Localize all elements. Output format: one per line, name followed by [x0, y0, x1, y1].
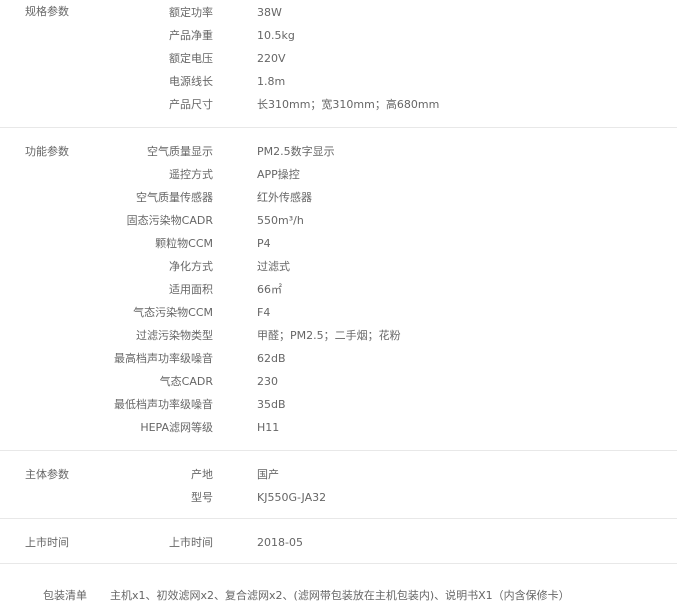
param-row: 最高档声功率级噪音 62dB [0, 347, 677, 370]
param-value: 1.8m [257, 75, 286, 88]
param-value: 甲醛；PM2.5；二手烟；花粉 [257, 329, 401, 342]
param-label: HEPA滤网等级 [140, 421, 213, 434]
param-label: 适用面积 [169, 283, 213, 296]
param-label: 颗粒物CCM [155, 237, 213, 250]
param-row: 产品净重 10.5kg [0, 24, 677, 47]
param-row: 空气质量传感器 红外传感器 [0, 186, 677, 209]
param-row: 额定电压 220V [0, 47, 677, 70]
param-row: 颗粒物CCM P4 [0, 232, 677, 255]
param-label: 额定功率 [169, 6, 213, 19]
param-label: 过滤污染物类型 [136, 329, 213, 342]
param-row: 气态污染物CCM F4 [0, 301, 677, 324]
package-label: 包装清单 [43, 589, 87, 602]
param-label: 上市时间 [169, 536, 213, 549]
function-section: 功能参数 空气质量显示 PM2.5数字显示 遥控方式 APP操控 空气质量传感器 红外… [0, 128, 677, 451]
param-label: 产品尺寸 [169, 98, 213, 111]
param-value: KJ550G-JA32 [257, 491, 327, 504]
package-list: 包装清单 主机x1、初效滤网x2、复合滤网x2、(滤网带包装放在主机包装内)、说… [0, 584, 677, 607]
param-value: 220V [257, 52, 286, 65]
param-value: 红外传感器 [257, 191, 312, 204]
param-value: H11 [257, 421, 280, 434]
param-label: 额定电压 [169, 52, 213, 65]
param-row: 过滤污染物类型 甲醛；PM2.5；二手烟；花粉 [0, 324, 677, 347]
param-label: 型号 [191, 491, 213, 504]
param-value: 62dB [257, 352, 286, 365]
param-label: 净化方式 [169, 260, 213, 273]
param-label: 产品净重 [169, 29, 213, 42]
param-label: 电源线长 [169, 75, 213, 88]
param-label: 最低档声功率级噪音 [114, 398, 213, 411]
param-label: 气态CADR [159, 375, 213, 388]
param-label: 遥控方式 [169, 168, 213, 181]
param-value: 230 [257, 375, 278, 388]
param-row: 遥控方式 APP操控 [0, 163, 677, 186]
param-label: 空气质量传感器 [136, 191, 213, 204]
param-value: 过滤式 [257, 260, 290, 273]
param-row: 固态污染物CADR 550m³/h [0, 209, 677, 232]
param-label: 最高档声功率级噪音 [114, 352, 213, 365]
param-value: 10.5kg [257, 29, 295, 42]
param-value: 66㎡ [257, 283, 282, 296]
param-value: F4 [257, 306, 271, 319]
param-value: APP操控 [257, 168, 300, 181]
package-contents: 主机x1、初效滤网x2、复合滤网x2、(滤网带包装放在主机包装内)、说明书X1（… [110, 589, 570, 602]
param-row: 上市时间 2018-05 [0, 531, 677, 554]
param-row: HEPA滤网等级 H11 [0, 416, 677, 439]
body-section: 主体参数 产地 国产 型号 KJ550G-JA32 [0, 451, 677, 519]
param-row: 空气质量显示 PM2.5数字显示 [0, 140, 677, 163]
param-row: 适用面积 66㎡ [0, 278, 677, 301]
param-row: 额定功率 38W [0, 1, 677, 24]
param-value: P4 [257, 237, 271, 250]
param-label: 空气质量显示 [147, 145, 213, 158]
param-label: 产地 [191, 468, 213, 481]
param-row: 产品尺寸 长310mm；宽310mm；高680mm [0, 93, 677, 116]
param-label: 气态污染物CCM [133, 306, 213, 319]
param-label: 固态污染物CADR [126, 214, 213, 227]
spec-section: 规格参数 额定功率 38W 产品净重 10.5kg 额定电压 220V 电源线长 1.8… [0, 0, 677, 128]
param-row: 电源线长 1.8m [0, 70, 677, 93]
param-value: 长310mm；宽310mm；高680mm [257, 98, 440, 111]
param-value: 550m³/h [257, 214, 304, 227]
param-row: 净化方式 过滤式 [0, 255, 677, 278]
launch-section: 上市时间 上市时间 2018-05 [0, 519, 677, 564]
param-row: 型号 KJ550G-JA32 [0, 486, 677, 509]
param-value: PM2.5数字显示 [257, 145, 335, 158]
param-value: 国产 [257, 468, 279, 481]
param-value: 2018-05 [257, 536, 303, 549]
param-value: 38W [257, 6, 282, 19]
param-row: 气态CADR 230 [0, 370, 677, 393]
param-row: 最低档声功率级噪音 35dB [0, 393, 677, 416]
param-value: 35dB [257, 398, 286, 411]
param-row: 产地 国产 [0, 463, 677, 486]
